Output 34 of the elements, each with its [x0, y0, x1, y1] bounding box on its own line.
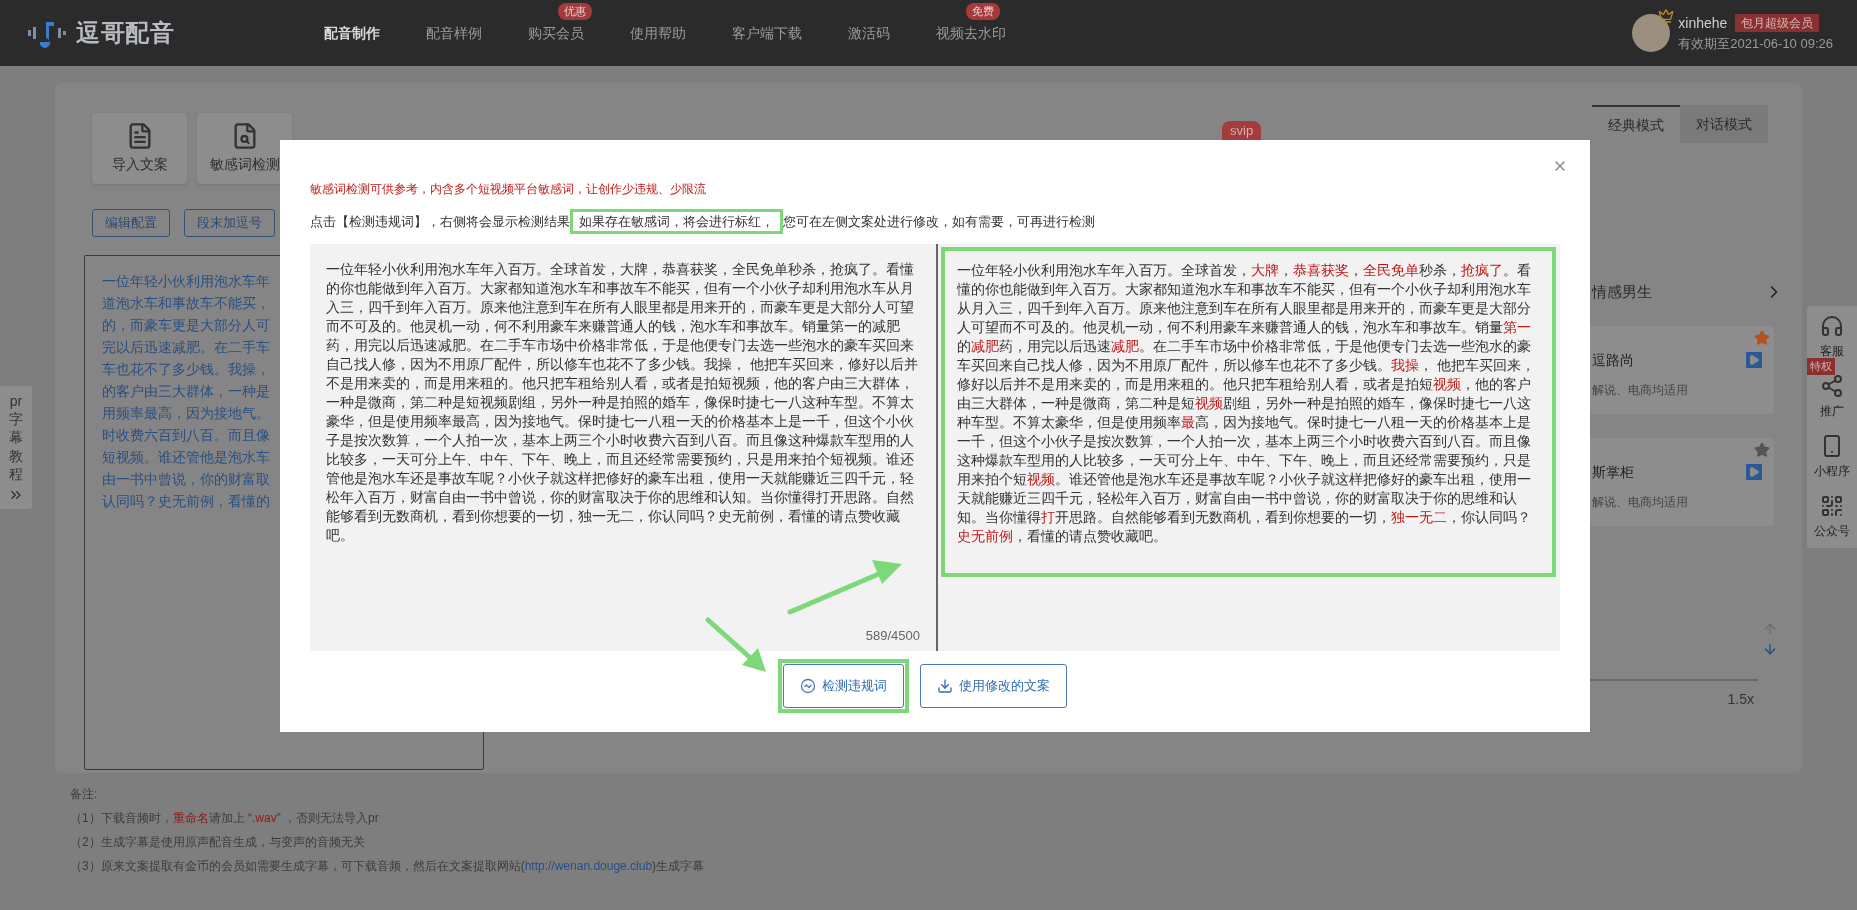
nav-badge: 免费 [966, 3, 1000, 20]
voice-name: 逗路尚 [1592, 350, 1634, 370]
username: xinhehe [1678, 13, 1728, 33]
editor-text-line: 道泡水车和事故车不能买， [102, 294, 270, 313]
voice-tags: 解说、电商均适用 [1592, 380, 1774, 399]
voice-name: 斯掌柜 [1592, 462, 1634, 482]
warning-text: 敏感词检测可供参考，内含多个短视频平台敏感词，让创作少违规、少限流 [310, 181, 707, 198]
membership-badge: 包月超级会员 [1735, 14, 1820, 33]
editor-text-line: 的，而豪车更是大部分人可 [102, 316, 270, 335]
voice-tags: 解说、电商均适用 [1592, 492, 1774, 511]
note-text: （3）原来文案提取有金币的会员如需要生成字幕，可下载音频，然后在文案提取网站(http://wenan.douge.club)生成字幕 [70, 858, 706, 875]
side-tab-label: pr字幕教程 [8, 392, 24, 483]
editor-text-line: 一位年轻小伙利用泡水车年 [102, 272, 270, 291]
expiry-date: 有效期至2021-06-10 09:26 [1678, 34, 1833, 53]
editor-text-line: 由一书中曾说，你的财富取 [102, 470, 270, 489]
note-text: （2）生成字幕是使用原声配音生成，与变声的音频无关 [70, 834, 366, 851]
editor-text-line: 的客户由三大群体，一种是 [102, 382, 270, 401]
source-text: 一位年轻小伙利用泡水车年入百万。全球首发，大牌，恭喜获奖，全民免单秒杀，抢疯了。看懂的你也能做到年入百万。大家都知道泡水车和事故车不能买，但有一个小伙子却利用泡水车从月入三，四千到年入百万。原来他注意到车在所有人眼里都是用来开的，而豪车更是大部分人可望而不可及的。他灵机一动，何不利用豪车来赚普通人的钱，泡水车和事故车。销量第一的减肥药，用完以后迅速减肥。在二手车市场中价格非常低，于是他便专门去选一些泡水的豪车买回来自己找人修，因为不用原厂配件，所以修车也花不了多少钱。我操， 他把车买回来，修好以后并不是用来卖的，而是用来租的。他只把车租给别人看，或者是拍短视频，他的客户由三大群体，一种是微商，第二种是短视频剧组，另外一种是拍照的婚车，像保时捷七一八这种车型。不算太豪华，但是使用频率最高，因为接地气。保时捷七一八租一天的价格基本上是一千，但这个小伙子是按次数算，一个人拍一次，基本上两三个小时收费六百到八百。而且像这种爆款车型用的人比较多，一天可分上午、中午、下午、晚上，而且还经常需要预约，只是用来拍个短视频。谁还管他是泡水车还是事故车呢？小伙子就这样把修好的豪车出租，使用一天就能赚近三四千元，轻松年入百万，财富自由一书中曾说，你的财富取决于你的思维和认知。当你懂得打开思路。自然能够看到无数商机，看到你想要的一切，独一无二，你认同吗？史无前例，看懂的请点赞收藏吧。 [326, 260, 919, 545]
speed-label: 1.5x [1727, 689, 1754, 709]
editor-text-line: 完以后迅速减肥。在二手车 [102, 338, 270, 357]
editor-text-line: 短视频。谁还管他是泡水车 [102, 448, 270, 467]
editor-text-line: 用频率最高，因为接地气。 [102, 404, 270, 423]
editor-text-line: 车也花不了多少钱。我操， [102, 360, 270, 379]
notes-title: 备注: [70, 786, 99, 803]
editor-text-line: 时收费六百到八百。而且像 [102, 426, 270, 445]
detection-result-text: 一位年轻小伙利用泡水车年入百万。全球首发，大牌，恭喜获奖，全民免单秒杀，抢疯了。看懂的你也能做到年入百万。大家都知道泡水车和事故车不能买，但有一个小伙子却利用泡水车从月入三，四千到年入百万。原来他注意到车在所有人眼里都是用来开的，而豪车更是大部分人可望而不可及的。他灵机一动，何不利用豪车来赚普通人的钱，泡水车和事故车。销量第一 的减肥药，用完以后迅速减肥。在二手车市场中价格非常低，于是他便专门去选一些泡水的豪车买回来自己找人修，因为不用原厂配件，所以修车也花不了多少钱。我操， 他把车买回来，修好以后并不是用来卖的，而是用来租的。他只把车租给别人看，或者是拍短视频，他的客户由三大群体，一种是微商，第二种是短视频剧组，另外一种是拍照的婚车，像保时捷七一八这种车型。不算太豪华，但是使用频率最高，因为接地气。保时捷七一八租一天的价格基本上是一千，但这个小伙子是按次数算，一个人拍一次，基本上两三个小时收费六百到八百。而且像这种爆款车型用的人比较多，一天可分上午、中午、下午、晚上，而且还经常需要预约，只是用来拍个短视频。谁还管他是泡水车还是事故车呢？小伙子就这样把修好的豪车出租，使用一天就能赚近三四千元，轻松年入百万，财富自由一书中曾说，你的财富取决于你的思维和认知。当你懂得打开思路。自然能够看到无数商机，看到你想要的一切，独一无二，你认同吗？ 史无前例，看懂的请点赞收藏吧。 [957, 261, 1536, 546]
svip-badge: svip [1222, 121, 1262, 140]
instruction-text: 点击【检测违规词】，右侧将会显示检测结果 如果存在敏感词，将会进行标红， 您可在左侧文案处进行修改，如有需要，可再进行检测 [310, 210, 1560, 234]
voice-category: 情感男生 [1592, 282, 1652, 302]
editor-text-line: 认同吗？史无前例，看懂的 [102, 492, 270, 511]
privilege-badge: 特权 [1807, 358, 1835, 375]
character-counter: 589/4500 [865, 626, 920, 645]
logo-text: 逗哥配音 [76, 18, 175, 48]
nav-badge: 优惠 [558, 3, 592, 20]
